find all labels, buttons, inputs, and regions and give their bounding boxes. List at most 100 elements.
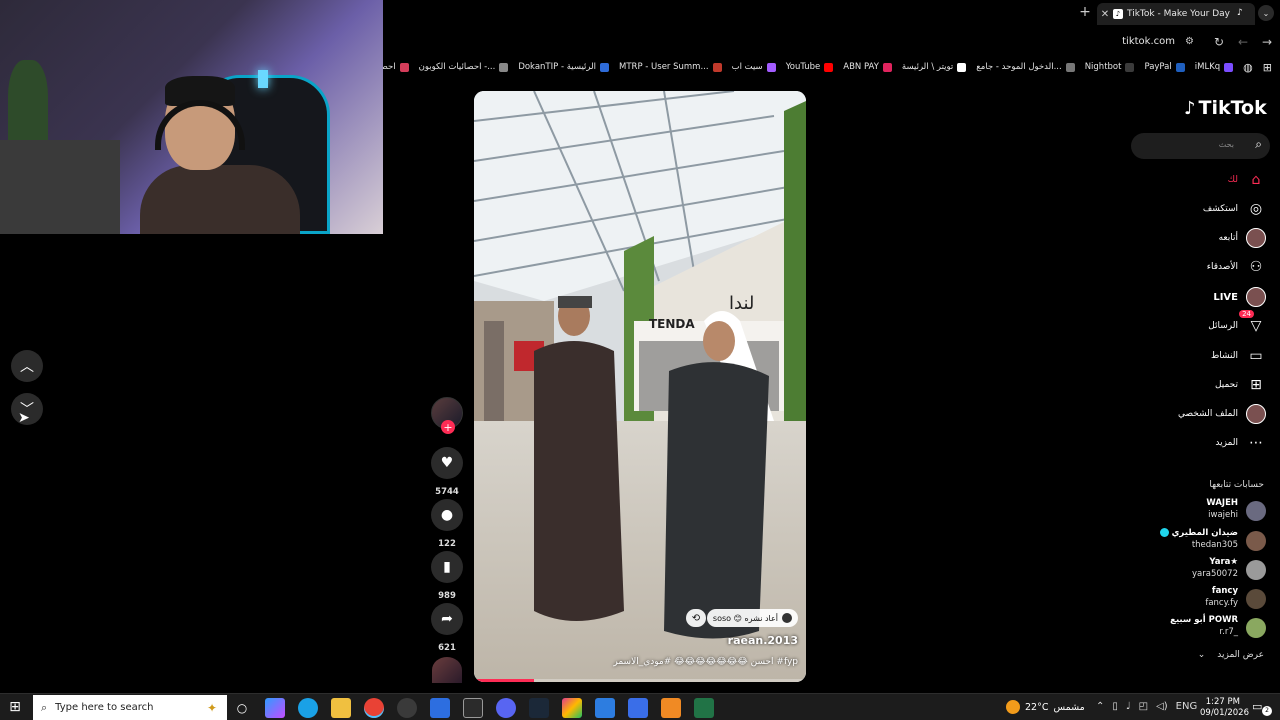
site-settings-icon[interactable]: ⚙ <box>1185 36 1194 47</box>
tray-chevron-up-icon[interactable]: ⌃ <box>1096 701 1104 712</box>
sidebar-item-avatar[interactable]: أتابعه <box>1219 227 1266 249</box>
avatar <box>1246 501 1266 521</box>
multi-app-icon[interactable] <box>562 698 582 718</box>
back-arrow-icon[interactable]: ← <box>1238 35 1248 49</box>
bookmark-item[interactable]: سيت اب <box>732 62 776 72</box>
sidebar-item-home[interactable]: لك ⌂ <box>1228 169 1266 191</box>
bookmark-label: الدخول الموحد - جامع... <box>976 62 1062 72</box>
taskbar-search-input[interactable]: ⌕ Type here to search ✦ <box>33 695 227 720</box>
weather-widget[interactable]: 22°C مشمس <box>1006 700 1085 714</box>
bookmark-item[interactable]: iMLKq <box>1195 62 1234 72</box>
share-action[interactable]: ➦ 621 <box>431 603 463 653</box>
sidebar-item-activity[interactable]: النشاط ▭ <box>1211 345 1266 367</box>
forward-arrow-icon[interactable]: → <box>1262 35 1272 49</box>
sidebar-item-label: الملف الشخصي <box>1178 409 1238 419</box>
following-account[interactable]: fancy fancy.fy <box>1146 586 1266 612</box>
network-icon[interactable]: ◰ <box>1139 701 1148 712</box>
vlc-app-icon[interactable] <box>661 698 681 718</box>
sidebar-item-inbox[interactable]: الرسائل ▽ 24 <box>1208 310 1266 337</box>
video-player[interactable]: TENDA لندا ⟲ soso 😊 أعاد نشره raean.2013… <box>474 91 806 682</box>
excel-app-icon[interactable] <box>694 698 714 718</box>
sidebar-item-compass[interactable]: استكشف ◎ <box>1203 198 1266 220</box>
notification-icon[interactable]: ▭ <box>1252 700 1262 713</box>
bookmark-favicon-icon <box>1065 62 1075 72</box>
video-progress-bar[interactable] <box>474 679 806 682</box>
previous-video-button[interactable]: ︿ <box>11 350 43 382</box>
volume-icon[interactable]: ◁) <box>1156 701 1168 712</box>
close-tab-icon[interactable]: ✕ <box>1097 9 1113 20</box>
repost-tag[interactable]: soso 😊 أعاد نشره <box>706 609 798 627</box>
sidebar-item-live[interactable]: LIVE <box>1213 286 1266 308</box>
profile-icon <box>1246 404 1266 424</box>
heart-icon[interactable]: ♥ <box>431 447 463 479</box>
clock[interactable]: 1:27 PM 09/01/2026 <box>1200 697 1249 719</box>
store-app-icon[interactable] <box>463 698 483 718</box>
save-action[interactable]: ▮ 989 <box>431 551 463 601</box>
following-account[interactable]: Yara★ yara50072 <box>1146 557 1266 583</box>
sidebar-item-profile[interactable]: الملف الشخصي <box>1178 403 1266 425</box>
tab-title: TikTok - Make Your Day <box>1127 9 1231 19</box>
video-author[interactable]: raean.2013 <box>728 634 798 647</box>
upload-icon: ⊞ <box>1250 377 1262 393</box>
language-indicator[interactable]: ENG <box>1176 701 1198 712</box>
globe-icon[interactable]: ◍ <box>1243 61 1253 74</box>
bookmark-icon[interactable]: ▮ <box>431 551 463 583</box>
steam-app-icon[interactable] <box>529 698 549 718</box>
sidebar-item-more[interactable]: المزيد ⋯ <box>1215 432 1266 454</box>
music-disc-avatar[interactable] <box>432 657 462 683</box>
following-account[interactable]: أبو سبيع POWR r.r7_ <box>1146 615 1266 641</box>
video-caption: احسن 😂😂😂😂😂😂😂 #مودي_الاسمر #fyp <box>613 657 798 667</box>
comment-icon[interactable]: ● <box>431 499 463 531</box>
sidebar-item-upload[interactable]: تحميل ⊞ <box>1215 374 1266 396</box>
bookmark-item[interactable]: YouTube <box>786 62 834 72</box>
bookmark-item[interactable]: Nightbot <box>1085 62 1135 72</box>
bookmark-item[interactable]: ABN PAY <box>843 62 892 72</box>
sidebar-item-label: الأصدقاء <box>1206 262 1238 272</box>
bookmark-favicon-icon <box>399 62 409 72</box>
bookmark-item[interactable]: الدخول الموحد - جامع... <box>976 62 1075 72</box>
tiktok-extension-icon[interactable]: ♪ <box>1237 8 1249 20</box>
bookmark-item[interactable]: احصائيات الكوبون -... <box>419 62 509 72</box>
bookmark-item[interactable]: DokanTIP - الرئيسية <box>518 62 610 72</box>
share-icon[interactable]: ➦ <box>431 603 463 635</box>
apps-grid-icon[interactable]: ⊞ <box>1263 61 1272 74</box>
bookmark-item[interactable]: احصائيات <box>383 62 409 72</box>
bookmark-favicon-icon <box>712 62 722 72</box>
following-account[interactable]: ضيدان المطيري thedan305 <box>1146 528 1266 554</box>
follow-plus-icon[interactable]: + <box>441 420 455 434</box>
search-icon[interactable]: ⌕ <box>1255 137 1262 152</box>
photos-app-icon[interactable] <box>628 698 648 718</box>
mail-app-icon[interactable] <box>430 698 450 718</box>
account-name: أبو سبيع POWR <box>1170 615 1238 625</box>
bookmark-item[interactable]: PayPal <box>1144 62 1185 72</box>
obs-app-icon[interactable] <box>397 698 417 718</box>
bookmark-item[interactable]: MTRP - User Summ... <box>619 62 722 72</box>
edge-app-icon[interactable] <box>298 698 318 718</box>
save-count: 989 <box>438 591 456 601</box>
windows-start-icon[interactable]: ⊞ <box>6 699 24 717</box>
file-explorer-icon[interactable] <box>331 698 351 718</box>
sidebar-item-label: أتابعه <box>1218 233 1238 243</box>
repost-icon[interactable]: ⟲ <box>686 609 706 627</box>
weather-text: مشمس <box>1053 701 1085 713</box>
reload-icon[interactable]: ↻ <box>1214 35 1224 49</box>
see-more-link[interactable]: ⌄ عرض المزيد <box>1198 650 1264 660</box>
bookmark-item[interactable]: تويتر \ الرئيسة <box>902 62 967 72</box>
new-tab-button[interactable]: + <box>1078 5 1092 19</box>
search-input[interactable]: بحث ⌕ <box>1131 133 1270 159</box>
window-app-icon[interactable] <box>595 698 615 718</box>
tab-search-menu-icon[interactable]: ⌄ <box>1258 5 1274 21</box>
following-account[interactable]: WAJEH iwajehi <box>1146 498 1266 524</box>
chrome-app-icon[interactable] <box>364 698 384 718</box>
discord-app-icon[interactable] <box>496 698 516 718</box>
like-action[interactable]: ♥ 5744 <box>431 447 463 497</box>
task-view-icon[interactable]: ○ <box>232 698 252 718</box>
sidebar-item-friends[interactable]: الأصدقاء ⚇ <box>1207 256 1266 278</box>
battery-icon[interactable]: ▯ <box>1112 701 1118 712</box>
comment-action[interactable]: ● 122 <box>431 499 463 549</box>
url-field[interactable]: tiktok.com <box>1122 36 1175 47</box>
microphone-icon[interactable]: ♩ <box>1126 701 1131 712</box>
tab-tiktok[interactable]: ✕ ♪ TikTok - Make Your Day ♪ <box>1097 3 1255 25</box>
tiktok-logo[interactable]: ♪ TikTok <box>1184 97 1267 119</box>
copilot-app-icon[interactable] <box>265 698 285 718</box>
